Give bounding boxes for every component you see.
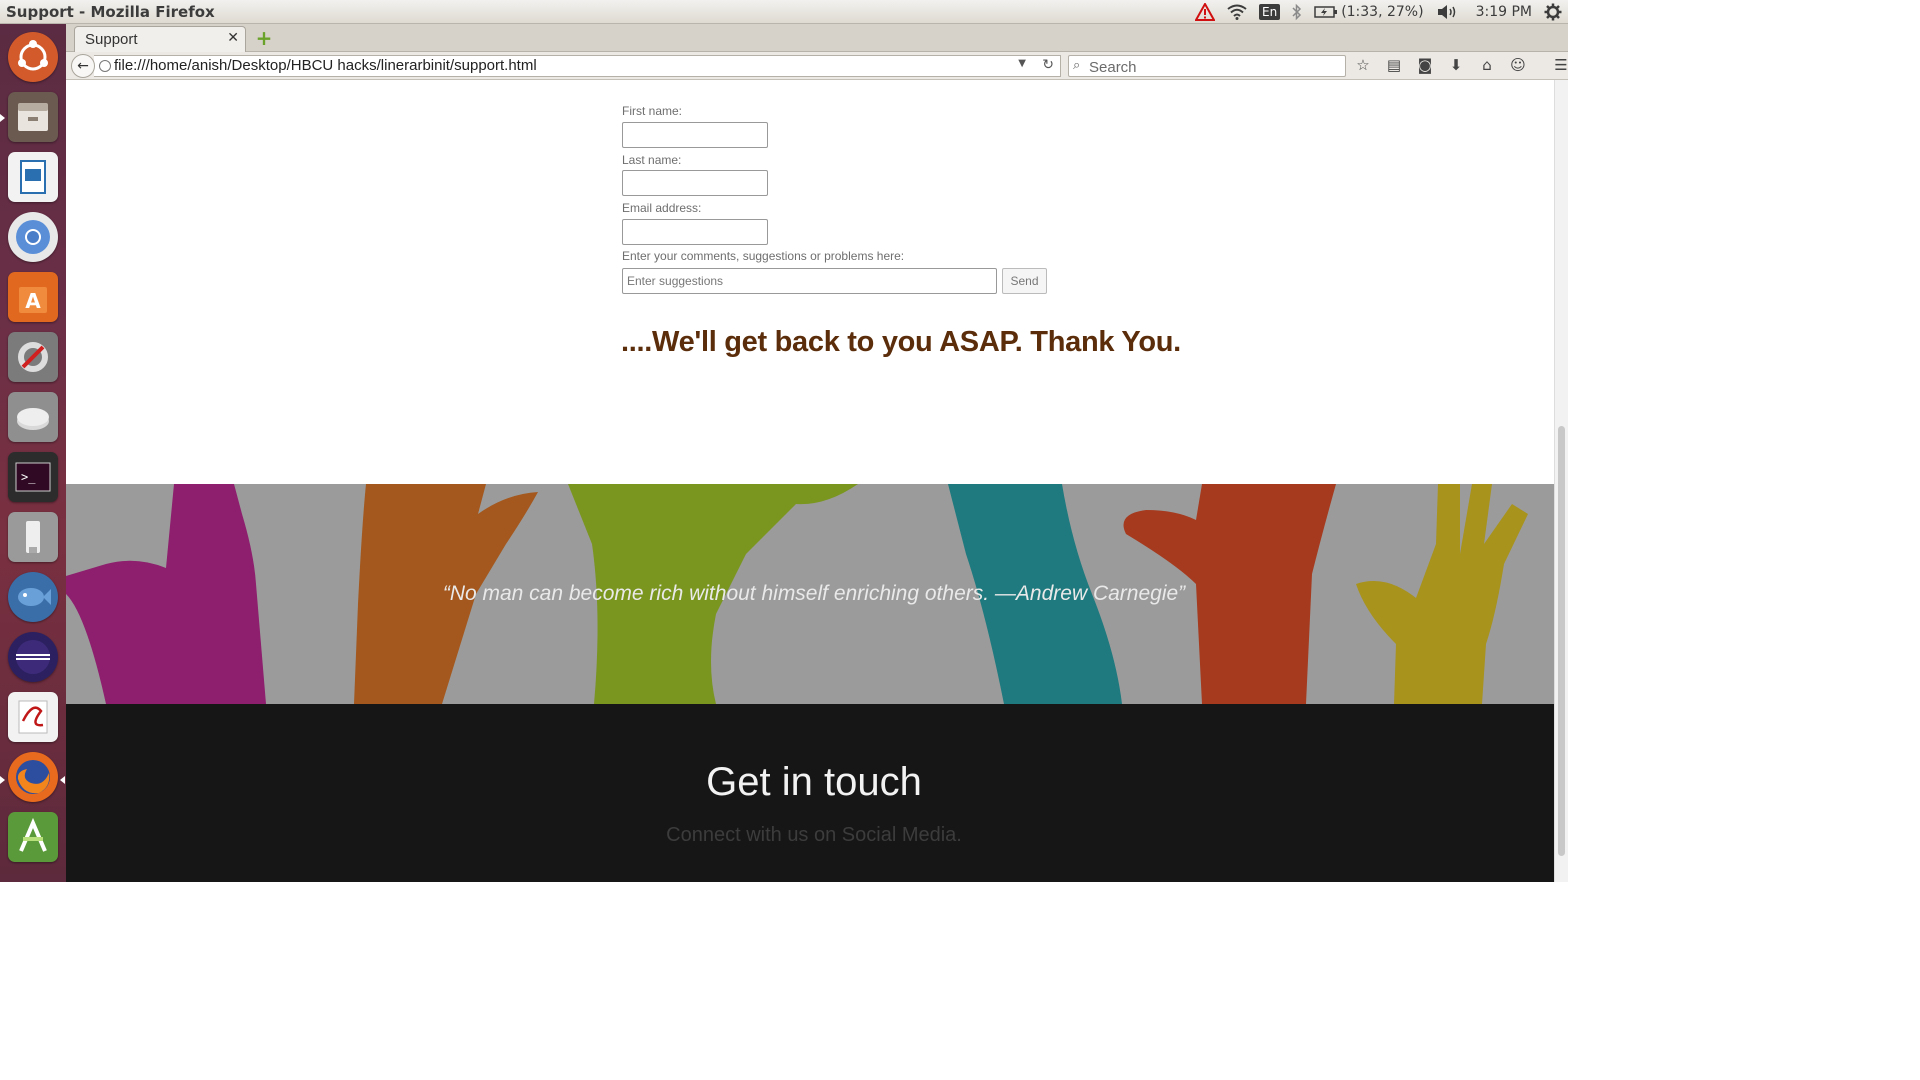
indicator-area: En (1:33, 27%) 3:19 PM — [1195, 2, 1562, 22]
svg-text:A: A — [25, 289, 41, 313]
first-name-field[interactable] — [622, 122, 768, 148]
navigation-bar: file:///home/anish/Desktop/HBCU hacks/li… — [66, 52, 1568, 80]
footer-title: Get in touch — [706, 760, 922, 804]
fish-app-icon[interactable] — [8, 572, 58, 622]
send-button[interactable]: Send — [1002, 268, 1047, 294]
footer-subtitle: Connect with us on Social Media. — [666, 824, 962, 846]
url-dropdown-icon[interactable]: ▼ — [1018, 58, 1026, 69]
tab-support[interactable]: Support ✕ — [74, 26, 246, 52]
chromium-icon[interactable] — [8, 212, 58, 262]
scrollbar-thumb[interactable] — [1558, 426, 1565, 856]
url-bar[interactable]: file:///home/anish/Desktop/HBCU hacks/li… — [94, 55, 1061, 77]
wifi-icon[interactable] — [1227, 4, 1247, 20]
software-center-icon[interactable]: A — [8, 272, 58, 322]
quote-text: “No man can become rich without himself … — [442, 582, 1186, 605]
email-label: Email address: — [622, 201, 702, 215]
battery-text: (1:33, 27%) — [1341, 4, 1424, 20]
libreoffice-impress-icon[interactable] — [8, 152, 58, 202]
comments-label: Enter your comments, suggestions or prob… — [622, 249, 905, 263]
chat-icon[interactable]: ☺ — [1509, 56, 1527, 74]
warning-icon[interactable] — [1195, 3, 1215, 21]
thank-you-heading: ....We'll get back to you ASAP. Thank Yo… — [621, 326, 1181, 358]
window-title: Support - Mozilla Firefox — [6, 3, 215, 21]
search-icon: ⌕ — [1073, 58, 1081, 73]
suggestions-input[interactable] — [622, 268, 997, 294]
new-tab-button[interactable]: + — [254, 28, 274, 48]
reload-icon[interactable]: ↻ — [1042, 57, 1054, 73]
page-content: First name: Last name: Email address: En… — [66, 80, 1554, 882]
android-studio-icon[interactable] — [8, 812, 58, 862]
menu-icon[interactable]: ☰ — [1552, 56, 1570, 74]
home-icon[interactable]: ⌂ — [1478, 56, 1496, 74]
tab-bar: Support ✕ + — [66, 24, 1568, 52]
top-panel: Support - Mozilla Firefox En (1:33, 27%)… — [0, 0, 1568, 24]
system-settings-icon[interactable] — [8, 332, 58, 382]
battery-indicator[interactable]: (1:33, 27%) — [1314, 4, 1424, 20]
url-text[interactable]: file:///home/anish/Desktop/HBCU hacks/li… — [114, 57, 537, 74]
keyboard-layout-indicator[interactable]: En — [1259, 4, 1281, 20]
page-scrollbar[interactable] — [1554, 80, 1568, 882]
clock[interactable]: 3:19 PM — [1476, 4, 1532, 20]
evince-icon[interactable] — [8, 692, 58, 742]
reading-list-icon[interactable]: ▤ — [1385, 56, 1403, 74]
bluetooth-icon[interactable] — [1292, 3, 1302, 21]
ubuntu-dash-icon[interactable] — [8, 32, 58, 82]
focused-indicator — [60, 776, 65, 784]
usb-drive-icon[interactable] — [8, 512, 58, 562]
volume-icon[interactable] — [1436, 4, 1458, 20]
close-tab-icon[interactable]: ✕ — [227, 30, 239, 46]
disk-icon[interactable] — [8, 392, 58, 442]
battery-icon — [1314, 6, 1338, 18]
tab-title: Support — [85, 31, 138, 48]
quote-banner: “No man can become rich without himself … — [66, 484, 1554, 704]
terminal-icon[interactable]: >_ — [8, 452, 58, 502]
files-icon[interactable] — [8, 92, 58, 142]
svg-text:>_: >_ — [21, 470, 36, 484]
search-bar: ⌕ — [1068, 55, 1346, 77]
launcher: A >_ — [0, 24, 66, 882]
last-name-label: Last name: — [622, 153, 682, 167]
eclipse-icon[interactable] — [8, 632, 58, 682]
last-name-field[interactable] — [622, 170, 768, 196]
footer: Get in touch Connect with us on Social M… — [66, 704, 1554, 882]
page-info-icon[interactable] — [99, 60, 111, 72]
first-name-label: First name: — [622, 104, 683, 118]
search-input[interactable] — [1087, 57, 1331, 77]
toolbar-icons: ☆ ▤ ◙ ⬇ ⌂ ☺ ☰ — [1354, 56, 1570, 74]
running-indicator — [0, 776, 5, 784]
settings-gear-icon[interactable] — [1544, 3, 1562, 21]
pocket-icon[interactable]: ◙ — [1416, 56, 1434, 74]
running-indicator — [0, 114, 5, 122]
firefox-icon[interactable] — [8, 752, 58, 802]
back-button[interactable]: ← — [71, 54, 95, 78]
email-field[interactable] — [622, 219, 768, 245]
download-icon[interactable]: ⬇ — [1447, 56, 1465, 74]
bookmark-star-icon[interactable]: ☆ — [1354, 56, 1372, 74]
